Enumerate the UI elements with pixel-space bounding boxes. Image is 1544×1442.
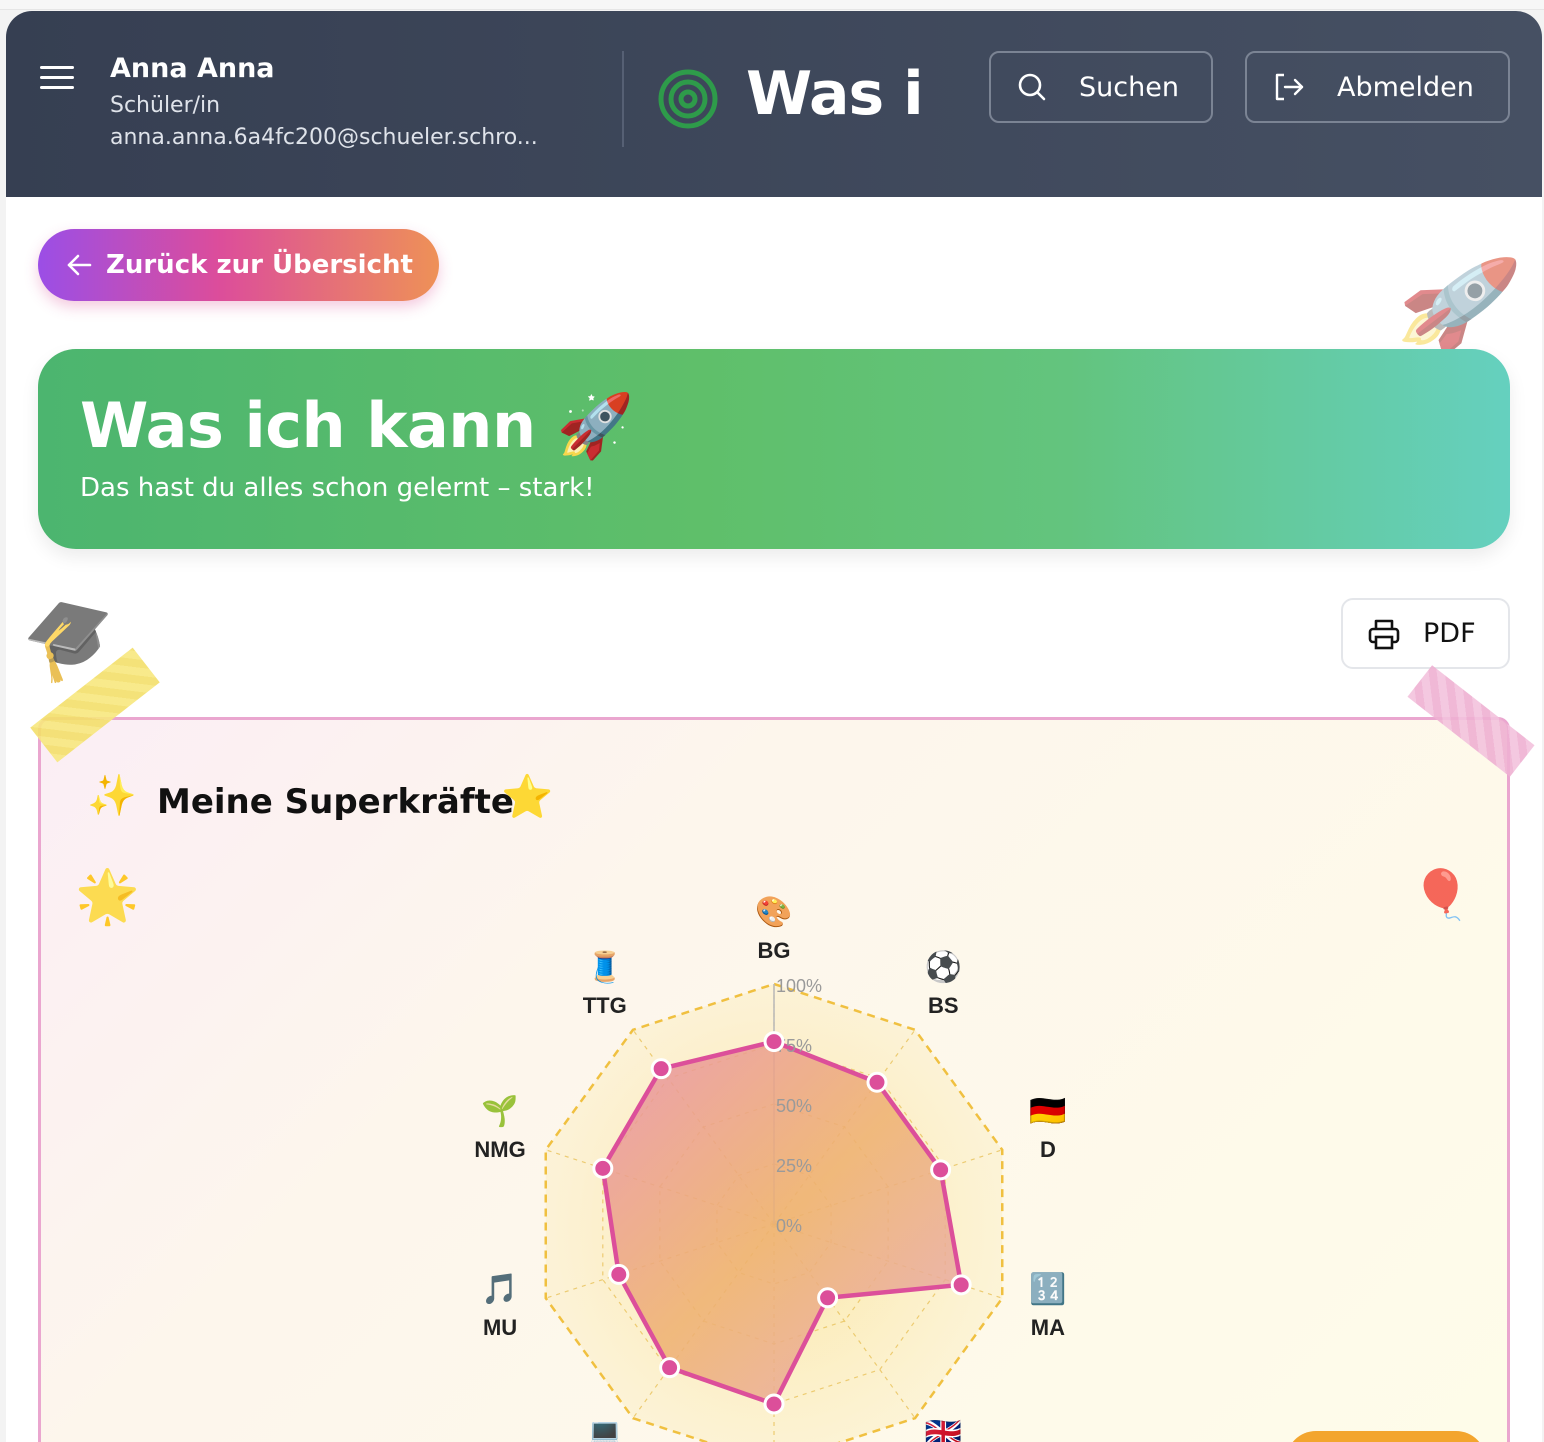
logout-label: Abmelden [1337,71,1474,103]
axis-emoji-icon: 🎵 [481,1272,518,1307]
logout-button[interactable]: Abmelden [1245,51,1510,123]
page-title: Was ich kann 🚀 [80,389,634,462]
pdf-button[interactable]: PDF [1341,598,1510,669]
user-role: Schüler/in [110,93,221,118]
radar-scale-label: 50% [776,1096,812,1116]
back-label: Zurück zur Übersicht [106,250,413,280]
printer-icon [1368,619,1400,649]
hero-banner: Was ich kann 🚀 Das hast du alles schon g… [38,349,1510,549]
radar-data-point [650,1058,672,1080]
axis-emoji-icon: 🇩🇪 [1029,1094,1066,1129]
axis-label: BS [928,993,959,1018]
skills-radar-chart: 0%25%50%75%100%🎨BG ⚽BS🇩🇪D🔢MA🇬🇧💻🎵MU🌱NMG🧵TT… [474,893,1067,1442]
radar-data-point [866,1071,888,1093]
radar-data-point [817,1287,839,1309]
axis-label: TTG [583,993,627,1018]
page-subtitle: Das hast du alles schon gelernt – stark! [80,473,595,503]
app-header: Anna Anna Schüler/in anna.anna.6a4fc200@… [6,11,1542,197]
axis-label: D [1040,1137,1056,1162]
search-label: Suchen [1079,71,1179,103]
sparkles-icon: ✨ [87,773,137,819]
orange-button-partial[interactable] [1286,1431,1486,1442]
axis-label: MA [1031,1315,1065,1340]
axis-emoji-icon: 🌱 [481,1094,518,1129]
balloon-icon: 🎈 [1411,867,1471,923]
window-top-edge [0,0,1544,10]
arrow-left-icon [67,254,92,276]
header-divider [622,51,624,147]
radar-scale-label: 0% [776,1216,802,1236]
radar-data-point [659,1357,681,1379]
search-button[interactable]: Suchen [989,51,1213,123]
radar-data-point [763,1031,785,1053]
radar-scale-label: 25% [776,1156,812,1176]
axis-emoji-icon: 🎨 [755,893,792,930]
axis-emoji-icon: 🧵 [586,949,623,985]
axis-emoji-icon: 💻 [586,1416,623,1442]
radar-data-point [608,1263,630,1285]
radar-data-point [950,1274,972,1296]
glowing-star-icon: 🌟 [75,867,140,927]
pdf-label: PDF [1423,618,1476,649]
logout-icon [1275,73,1304,101]
search-icon [1018,73,1046,101]
star-icon: ⭐ [501,772,554,821]
axis-label: NMG [474,1137,525,1162]
user-name: Anna Anna [110,53,275,84]
app-title: Was i [746,59,924,129]
app-window: Anna Anna Schüler/in anna.anna.6a4fc200@… [6,11,1542,1442]
radar-data-point [763,1393,785,1415]
radar-data-point [930,1159,952,1181]
axis-label: MU [483,1315,517,1340]
back-to-overview-button[interactable]: Zurück zur Übersicht [38,229,439,301]
user-email: anna.anna.6a4fc200@schueler.schro... [110,125,538,150]
axis-emoji-icon: ⚽ [924,949,962,985]
card-title: Meine Superkräfte [157,782,514,822]
axis-emoji-icon: 🔢 [1029,1271,1066,1307]
axis-emoji-icon: 🇬🇧 [925,1416,962,1442]
radar-data-point [592,1157,614,1179]
menu-icon[interactable] [40,66,74,94]
target-icon [658,69,718,129]
radar-scale-label: 100% [776,976,822,996]
axis-label: BG [758,938,791,963]
